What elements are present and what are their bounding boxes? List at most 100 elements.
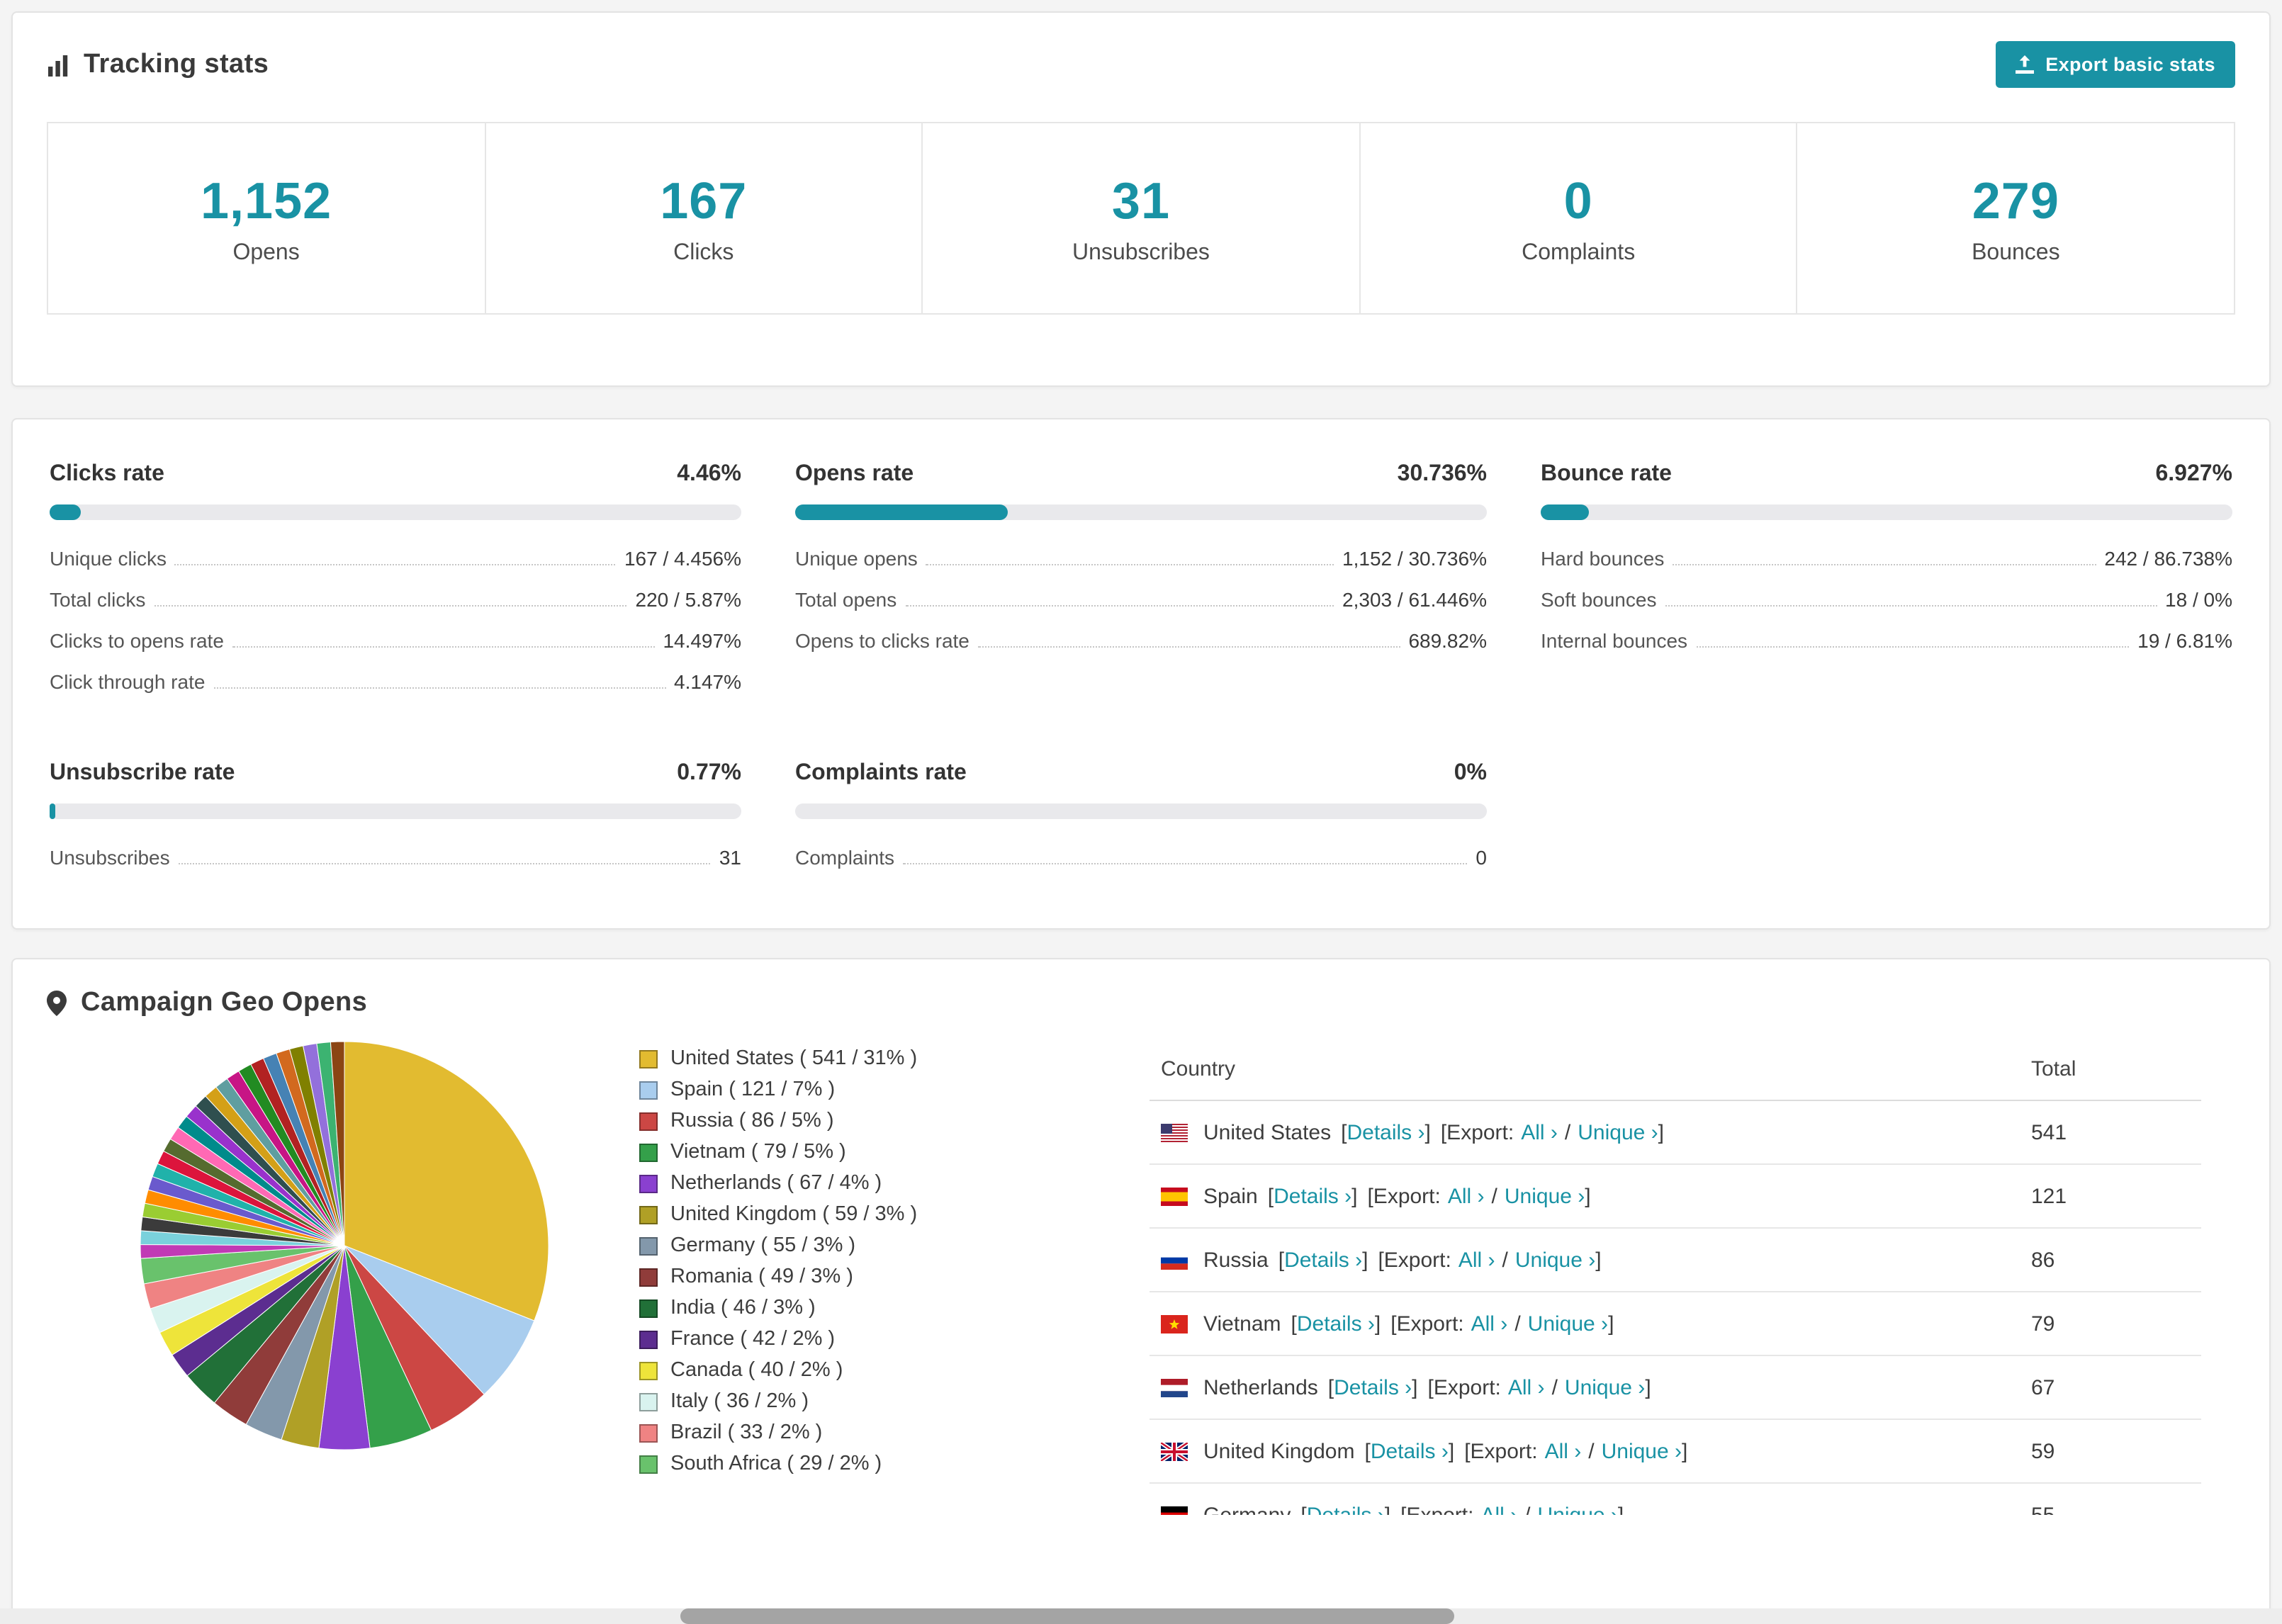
rate-stat-rows: Hard bounces 242 / 86.738% Soft bounces … [1541,537,2232,660]
export-prefix: [Export: [1440,1120,1514,1144]
bracket: ] [1362,1248,1368,1272]
geo-table-row: Spain [Details ›] [Export: All › / Uniqu… [1150,1164,2201,1228]
dotted-leader [174,564,616,565]
stat-value: 31 [1111,171,1170,229]
rate-stat-row: Unsubscribes 31 [50,836,741,877]
details-link[interactable]: Details › [1371,1439,1449,1463]
geo-table-row: United Kingdom [Details ›] [Export: All … [1150,1419,2201,1483]
rate-title: Bounce rate [1541,462,1672,486]
export-unique-link[interactable]: Unique › [1565,1375,1645,1399]
rate-stat-label: Soft bounces [1541,588,1657,611]
legend-label: Brazil ( 33 / 2% ) [670,1421,823,1444]
rate-stat-row: Unique opens 1,152 / 30.736% [795,537,1487,578]
export-all-link[interactable]: All › [1508,1375,1545,1399]
rate-value: 6.927% [2155,462,2232,486]
bracket: ] [1448,1439,1455,1463]
stat-value: 279 [1972,171,2059,229]
rate-progress-track [1541,504,2232,520]
rate-block: Opens rate 30.736% Unique opens 1,152 / … [795,462,1487,701]
rate-stat-row: Click through rate 4.147% [50,660,741,701]
export-unique-link[interactable]: Unique › [1515,1248,1595,1272]
export-all-link[interactable]: All › [1471,1312,1508,1336]
export-all-link[interactable]: All › [1521,1120,1558,1144]
separator: / [1524,1503,1531,1515]
stat-value: 1,152 [201,171,332,229]
details-link[interactable]: Details › [1297,1312,1375,1336]
rate-progress-fill [1541,504,1589,520]
rate-progress-track [50,803,741,819]
export-all-link[interactable]: All › [1458,1248,1495,1272]
export-all-link[interactable]: All › [1480,1503,1517,1515]
rate-stat-row: Total clicks 220 / 5.87% [50,578,741,619]
export-basic-stats-button[interactable]: Export basic stats [1996,41,2235,88]
legend-label: Spain ( 121 / 7% ) [670,1078,836,1101]
legend-swatch [639,1361,658,1380]
dotted-leader [926,564,1334,565]
legend-item: Germany ( 55 / 3% ) [639,1234,917,1257]
legend-item: Romania ( 49 / 3% ) [639,1265,917,1288]
rate-value: 0.77% [677,761,741,785]
export-prefix: [Export: [1367,1184,1441,1208]
dotted-leader [1665,605,2157,607]
stat-value: 0 [1563,171,1593,229]
details-link[interactable]: Details › [1334,1375,1412,1399]
rate-header: Bounce rate 6.927% [1541,462,2232,487]
export-unique-link[interactable]: Unique › [1528,1312,1608,1336]
details-link[interactable]: Details › [1307,1503,1385,1515]
geo-opens-body: United States ( 541 / 31% ) Spain ( 121 … [13,1019,2269,1572]
bracket: [ [1291,1312,1297,1336]
export-unique-link[interactable]: Unique › [1602,1439,1682,1463]
rate-stat-value: 689.82% [1408,629,1487,652]
legend-swatch [639,1081,658,1099]
details-link[interactable]: Details › [1347,1120,1424,1144]
geo-opens-header: Campaign Geo Opens [13,959,2269,1019]
details-link[interactable]: Details › [1284,1248,1362,1272]
export-all-link[interactable]: All › [1545,1439,1582,1463]
rate-stat-row: Soft bounces 18 / 0% [1541,578,2232,619]
horizontal-scrollbar-thumb[interactable] [680,1608,1454,1624]
rate-header: Opens rate 30.736% [795,462,1487,487]
bracket: [ [1278,1248,1285,1272]
legend-swatch [639,1268,658,1286]
legend-item: Brazil ( 33 / 2% ) [639,1421,917,1444]
legend-label: South Africa ( 29 / 2% ) [670,1453,882,1475]
dotted-leader [903,863,1468,864]
legend-label: Romania ( 49 / 3% ) [670,1265,853,1288]
rate-progress-track [795,504,1487,520]
stat-label: Opens [232,240,300,264]
legend-label: India ( 46 / 3% ) [670,1297,816,1319]
country-name: Russia [1203,1248,1269,1272]
tracking-stats-title-group: Tracking stats [47,49,269,80]
rate-value: 0% [1454,761,1487,785]
details-link[interactable]: Details › [1274,1184,1351,1208]
bracket: [ [1267,1184,1274,1208]
export-unique-link[interactable]: Unique › [1578,1120,1658,1144]
country-total: 67 [2031,1375,2055,1399]
tracking-stats-header: Tracking stats Export basic stats [13,13,2269,88]
geo-table-row: United States [Details ›] [Export: All ›… [1150,1100,2201,1164]
export-prefix: [Export: [1378,1248,1451,1272]
geo-table-header-total: Total [2031,1057,2076,1081]
export-unique-link[interactable]: Unique › [1505,1184,1585,1208]
rate-progress-track [795,803,1487,819]
legend-item: Vietnam ( 79 / 5% ) [639,1141,917,1163]
legend-item: Netherlands ( 67 / 4% ) [639,1172,917,1195]
rate-title: Complaints rate [795,761,967,785]
rate-progress-fill [50,504,81,520]
legend-label: Vietnam ( 79 / 5% ) [670,1141,846,1163]
legend-label: United States ( 541 / 31% ) [670,1047,918,1070]
rate-progress-track [50,504,741,520]
rate-stat-label: Hard bounces [1541,547,1665,570]
rate-stat-value: 167 / 4.456% [624,547,741,570]
country-total: 55 [2031,1503,2055,1515]
legend-item: France ( 42 / 2% ) [639,1328,917,1350]
rate-value: 4.46% [677,462,741,486]
legend-item: United States ( 541 / 31% ) [639,1047,917,1070]
export-all-link[interactable]: All › [1448,1184,1485,1208]
bar-chart-icon [47,53,69,76]
tracking-stats-title: Tracking stats [84,49,269,79]
export-unique-link[interactable]: Unique › [1538,1503,1618,1515]
legend-label: Canada ( 40 / 2% ) [670,1359,843,1382]
rate-stat-label: Internal bounces [1541,629,1688,652]
legend-swatch [639,1236,658,1255]
